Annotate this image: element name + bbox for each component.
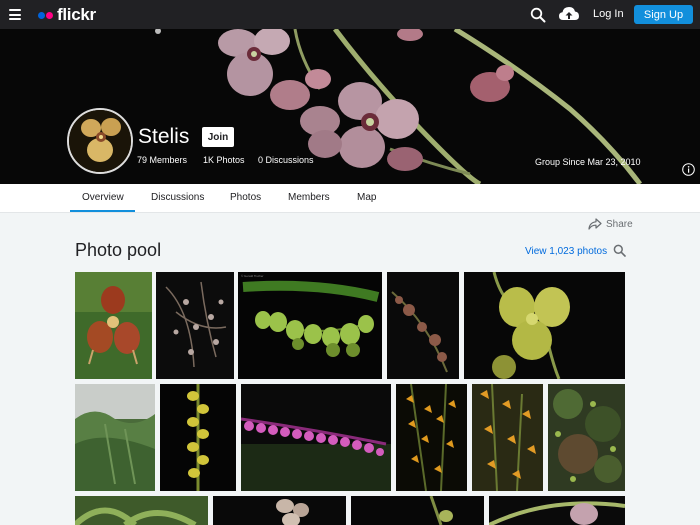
- active-tab-indicator: [70, 210, 135, 212]
- discussions-count[interactable]: 0 Discussions: [258, 155, 314, 165]
- login-link[interactable]: Log In: [593, 8, 624, 20]
- upload-cloud-icon[interactable]: [558, 5, 580, 23]
- photo-thumbnail[interactable]: [241, 384, 391, 491]
- tab-overview[interactable]: Overview: [82, 192, 124, 203]
- photos-count[interactable]: 1K Photos: [203, 155, 245, 165]
- tab-members[interactable]: Members: [288, 192, 330, 203]
- logo-pink-dot: [46, 11, 53, 19]
- pool-search-icon[interactable]: [613, 244, 626, 257]
- photo-thumbnail[interactable]: [548, 384, 625, 491]
- signup-button[interactable]: Sign Up: [634, 5, 693, 24]
- photo-thumbnail[interactable]: [75, 272, 152, 379]
- group-tabs: Overview Discussions Photos Members Map: [0, 184, 700, 213]
- flickr-logo[interactable]: flickr: [38, 5, 96, 25]
- photo-thumbnail[interactable]: © Gerald Tischer: [238, 272, 382, 379]
- logo-blue-dot: [38, 11, 45, 19]
- photo-thumbnail[interactable]: [464, 272, 625, 379]
- photo-thumbnail[interactable]: [489, 496, 625, 525]
- group-name: Stelis: [138, 125, 190, 148]
- photo-thumbnail[interactable]: [75, 496, 208, 525]
- photo-thumbnail[interactable]: [160, 384, 236, 491]
- join-button[interactable]: Join: [202, 127, 234, 147]
- share-button[interactable]: Share: [588, 218, 633, 230]
- view-all-photos-link[interactable]: View 1,023 photos: [525, 246, 607, 257]
- tab-discussions[interactable]: Discussions: [151, 192, 204, 203]
- search-icon[interactable]: [530, 7, 546, 23]
- group-since: Group Since Mar 23, 2010: [535, 157, 641, 167]
- members-count[interactable]: 79 Members: [137, 155, 187, 165]
- tab-map[interactable]: Map: [357, 192, 376, 203]
- photo-thumbnail[interactable]: [156, 272, 234, 379]
- photo-thumbnail[interactable]: [387, 272, 459, 379]
- menu-icon[interactable]: [9, 9, 21, 20]
- photo-thumbnail[interactable]: [75, 384, 155, 491]
- photo-credit: © Gerald Tischer: [241, 274, 264, 278]
- info-icon[interactable]: [682, 163, 695, 176]
- tab-photos[interactable]: Photos: [230, 192, 261, 203]
- photo-thumbnail[interactable]: [396, 384, 467, 491]
- share-label: Share: [606, 218, 633, 230]
- photo-thumbnail[interactable]: [351, 496, 484, 525]
- group-avatar: [67, 108, 133, 174]
- photo-thumbnail[interactable]: [472, 384, 543, 491]
- photo-pool-title: Photo pool: [75, 240, 162, 260]
- logo-text: flickr: [57, 5, 96, 24]
- top-bar: flickr Log In Sign Up: [0, 0, 700, 29]
- share-arrow-icon: [588, 218, 602, 230]
- group-avatar-image: [69, 110, 131, 172]
- photo-thumbnail[interactable]: [213, 496, 346, 525]
- group-cover: Stelis Join 79 Members 1K Photos 0 Discu…: [0, 29, 700, 184]
